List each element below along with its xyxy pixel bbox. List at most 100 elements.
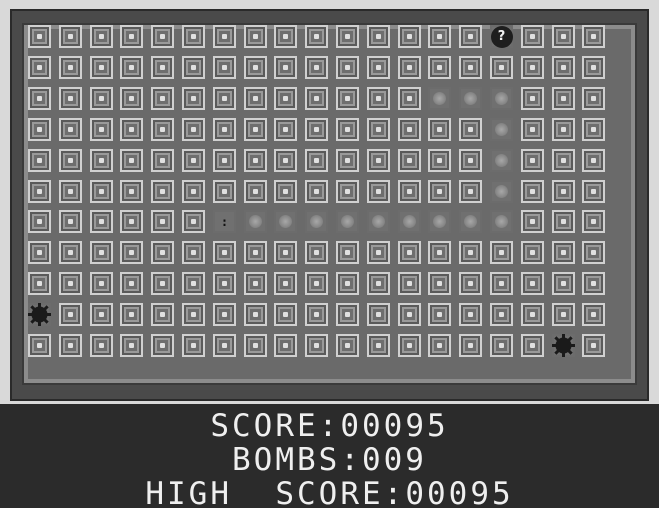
revealed-tile[interactable] (490, 87, 513, 110)
grid-tile[interactable] (120, 303, 143, 326)
grid-tile[interactable] (213, 149, 236, 172)
grid-tile[interactable] (59, 149, 82, 172)
grid-tile[interactable] (59, 87, 82, 110)
grid-tile[interactable] (552, 149, 575, 172)
grid-tile[interactable] (521, 303, 544, 326)
revealed-tile[interactable] (367, 210, 390, 233)
grid-tile[interactable] (398, 334, 421, 357)
grid-tile[interactable] (459, 241, 482, 264)
grid-tile[interactable] (305, 334, 328, 357)
revealed-tile[interactable] (305, 210, 328, 233)
grid-tile[interactable] (459, 118, 482, 141)
grid-tile[interactable] (274, 87, 297, 110)
grid-tile[interactable] (90, 87, 113, 110)
revealed-tile[interactable] (459, 87, 482, 110)
grid-tile[interactable] (274, 303, 297, 326)
grid-tile[interactable] (274, 334, 297, 357)
grid-tile[interactable] (120, 180, 143, 203)
grid-tile[interactable] (90, 210, 113, 233)
grid-tile[interactable] (582, 25, 605, 48)
grid-tile[interactable] (28, 118, 51, 141)
grid-tile[interactable] (120, 118, 143, 141)
grid-tile[interactable] (336, 56, 359, 79)
grid-tile[interactable] (213, 180, 236, 203)
grid-tile[interactable] (582, 210, 605, 233)
grid-tile[interactable] (367, 241, 390, 264)
grid-tile[interactable] (398, 56, 421, 79)
grid-tile[interactable] (521, 118, 544, 141)
grid-tile[interactable] (336, 272, 359, 295)
grid-tile[interactable] (428, 334, 451, 357)
grid-tile[interactable] (90, 334, 113, 357)
grid-tile[interactable] (213, 241, 236, 264)
grid-tile[interactable] (28, 241, 51, 264)
grid-tile[interactable] (151, 25, 174, 48)
grid-tile[interactable] (398, 87, 421, 110)
grid-tile[interactable] (336, 118, 359, 141)
grid-tile[interactable] (213, 87, 236, 110)
grid-tile[interactable] (90, 241, 113, 264)
grid-tile[interactable] (28, 334, 51, 357)
grid-tile[interactable] (244, 303, 267, 326)
grid-tile[interactable] (213, 303, 236, 326)
grid-tile[interactable] (28, 272, 51, 295)
grid-tile[interactable] (582, 180, 605, 203)
grid-tile[interactable] (459, 149, 482, 172)
question-tile[interactable]: ? (490, 25, 513, 48)
grid-tile[interactable] (367, 25, 390, 48)
grid-tile[interactable] (398, 118, 421, 141)
grid-tile[interactable] (244, 334, 267, 357)
grid-tile[interactable] (244, 272, 267, 295)
grid-tile[interactable] (459, 180, 482, 203)
grid-tile[interactable] (244, 241, 267, 264)
grid-tile[interactable] (428, 149, 451, 172)
grid-tile[interactable] (90, 180, 113, 203)
grid-tile[interactable] (59, 334, 82, 357)
grid-tile[interactable] (182, 56, 205, 79)
grid-tile[interactable] (28, 87, 51, 110)
grid-tile[interactable] (398, 149, 421, 172)
grid-tile[interactable] (552, 25, 575, 48)
grid-tile[interactable] (336, 334, 359, 357)
revealed-tile[interactable] (490, 149, 513, 172)
revealed-tile[interactable] (428, 210, 451, 233)
grid-tile[interactable] (552, 303, 575, 326)
grid-tile[interactable] (552, 180, 575, 203)
grid-tile[interactable] (213, 334, 236, 357)
grid-tile[interactable] (305, 25, 328, 48)
grid-tile[interactable] (151, 149, 174, 172)
grid-tile[interactable] (521, 210, 544, 233)
grid-tile[interactable] (274, 241, 297, 264)
grid-tile[interactable] (182, 180, 205, 203)
grid-tile[interactable] (367, 334, 390, 357)
grid-tile[interactable] (120, 272, 143, 295)
grid-tile[interactable] (521, 149, 544, 172)
revealed-tile[interactable] (244, 210, 267, 233)
grid-tile[interactable] (398, 180, 421, 203)
grid-tile[interactable] (90, 149, 113, 172)
revealed-tile[interactable] (398, 210, 421, 233)
grid-tile[interactable] (552, 241, 575, 264)
grid-tile[interactable] (582, 272, 605, 295)
grid-tile[interactable] (151, 87, 174, 110)
grid-tile[interactable] (120, 241, 143, 264)
grid-tile[interactable] (59, 25, 82, 48)
grid-tile[interactable] (28, 180, 51, 203)
grid-tile[interactable] (151, 56, 174, 79)
grid-tile[interactable] (552, 56, 575, 79)
grid-tile[interactable] (59, 303, 82, 326)
grid-tile[interactable] (490, 56, 513, 79)
grid-tile[interactable] (120, 25, 143, 48)
grid-tile[interactable] (490, 334, 513, 357)
grid-tile[interactable] (244, 149, 267, 172)
grid-tile[interactable] (182, 210, 205, 233)
grid-tile[interactable] (151, 303, 174, 326)
grid-tile[interactable] (182, 241, 205, 264)
grid-tile[interactable] (398, 303, 421, 326)
grid-tile[interactable] (336, 180, 359, 203)
grid-tile[interactable] (90, 25, 113, 48)
grid-tile[interactable] (428, 25, 451, 48)
grid-tile[interactable] (305, 87, 328, 110)
grid-tile[interactable] (151, 241, 174, 264)
grid-tile[interactable] (182, 25, 205, 48)
